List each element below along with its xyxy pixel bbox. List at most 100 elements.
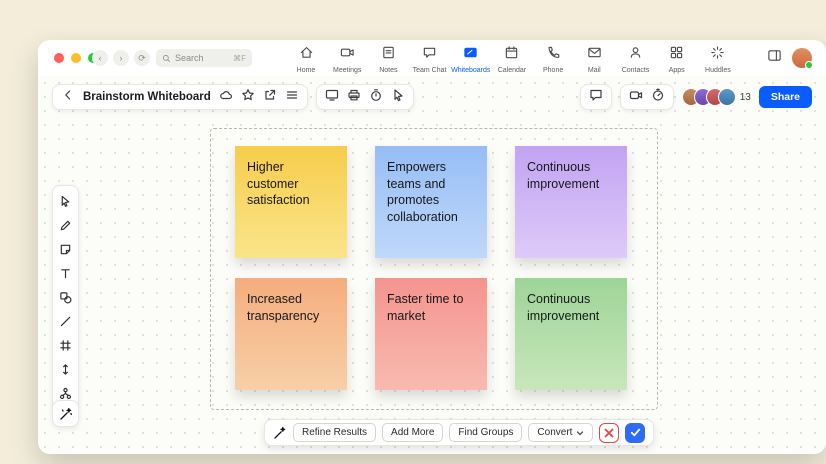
reject-button[interactable]	[599, 423, 619, 443]
apps-icon	[669, 45, 684, 65]
select-tool-icon[interactable]	[55, 191, 76, 212]
nav-label: Contacts	[622, 67, 650, 74]
participant-avatar	[718, 88, 736, 106]
export-icon[interactable]	[263, 88, 277, 107]
nav-label: Apps	[669, 67, 685, 74]
line-tool-icon[interactable]	[55, 311, 76, 332]
print-icon[interactable]	[347, 88, 361, 107]
layout-icon[interactable]	[767, 48, 782, 68]
whiteboard-toolbar: Brainstorm Whiteboard	[52, 84, 414, 110]
nav-item-phone[interactable]: Phone	[533, 43, 573, 75]
mail-icon	[587, 45, 602, 65]
nav-item-mail[interactable]: Mail	[574, 43, 614, 75]
sticky-note-blue[interactable]: Empowers teams and promotes collaboratio…	[375, 146, 487, 258]
huddles-icon	[710, 45, 725, 65]
whiteboard-icon	[463, 45, 478, 65]
laser-pointer-icon[interactable]	[391, 88, 405, 107]
close-icon	[604, 428, 614, 438]
main-nav: Home Meetings Notes Team Chat Whiteboard…	[286, 43, 738, 75]
titlebar-right	[767, 48, 812, 68]
pen-tool-icon[interactable]	[55, 215, 76, 236]
nav-label: Notes	[379, 67, 397, 74]
collab-controls: 13 Share	[580, 84, 812, 110]
convert-dropdown[interactable]: Convert	[528, 423, 593, 442]
wand-icon	[273, 426, 287, 440]
sticky-note-red[interactable]: Faster time to market	[375, 278, 487, 390]
nav-item-meetings[interactable]: Meetings	[327, 43, 367, 75]
back-button[interactable]: ‹	[92, 50, 108, 66]
nav-item-home[interactable]: Home	[286, 43, 326, 75]
search-icon	[162, 54, 171, 63]
ai-action-bar: Refine Results Add More Find Groups Conv…	[264, 419, 654, 446]
nav-item-contacts[interactable]: Contacts	[616, 43, 656, 75]
refine-results-button[interactable]: Refine Results	[293, 423, 376, 442]
convert-label: Convert	[537, 427, 572, 438]
present-screen-icon[interactable]	[325, 88, 339, 107]
app-window: ‹ › ⟳ Search ⌘F Home Meetings Notes	[38, 40, 826, 454]
nav-label: Whiteboards	[451, 67, 490, 74]
home-icon	[299, 45, 314, 65]
nav-label: Calendar	[498, 67, 526, 74]
note-text: Higher customer satisfaction	[235, 146, 347, 222]
star-icon[interactable]	[241, 88, 255, 107]
titlebar: ‹ › ⟳ Search ⌘F Home Meetings Notes	[38, 40, 826, 76]
timer-icon[interactable]	[369, 88, 383, 107]
minimize-window-button[interactable]	[71, 53, 81, 63]
nav-item-calendar[interactable]: Calendar	[492, 43, 532, 75]
whiteboard-canvas[interactable]: Brainstorm Whiteboard	[38, 76, 826, 454]
menu-icon[interactable]	[285, 88, 299, 107]
calendar-icon	[504, 45, 519, 65]
shapes-tool-icon[interactable]	[55, 287, 76, 308]
cloud-sync-icon	[219, 88, 233, 107]
share-button[interactable]: Share	[759, 86, 812, 108]
sticky-note-orange[interactable]: Increased transparency	[235, 278, 347, 390]
present-tools-pill	[316, 84, 414, 110]
tool-rail	[52, 185, 79, 410]
comment-pill[interactable]	[580, 84, 612, 110]
text-tool-icon[interactable]	[55, 263, 76, 284]
back-icon[interactable]	[61, 88, 75, 107]
nav-label: Meetings	[333, 67, 361, 74]
note-text: Continuous improvement	[515, 278, 627, 337]
video-icon[interactable]	[629, 88, 643, 107]
sticky-note-tool-icon[interactable]	[55, 239, 76, 260]
board-title: Brainstorm Whiteboard	[83, 91, 211, 103]
add-more-button[interactable]: Add More	[382, 423, 443, 442]
note-text: Empowers teams and promotes collaboratio…	[375, 146, 487, 238]
forward-button[interactable]: ›	[113, 50, 129, 66]
accept-button[interactable]	[625, 423, 645, 443]
note-text: Continuous improvement	[515, 146, 627, 205]
find-groups-button[interactable]: Find Groups	[449, 423, 522, 442]
wand-icon	[59, 407, 73, 421]
sticky-note-green[interactable]: Continuous improvement	[515, 278, 627, 390]
search-placeholder: Search	[175, 53, 204, 63]
user-avatar[interactable]	[792, 48, 812, 68]
comment-icon	[589, 88, 603, 107]
stopwatch-icon[interactable]	[651, 88, 665, 107]
ai-wand-button[interactable]	[52, 400, 79, 427]
history-controls: ‹ › ⟳	[92, 50, 150, 66]
close-window-button[interactable]	[54, 53, 64, 63]
frame-tool-icon[interactable]	[55, 335, 76, 356]
nav-item-apps[interactable]: Apps	[657, 43, 697, 75]
chat-icon	[422, 45, 437, 65]
nav-label: Team Chat	[413, 67, 447, 74]
nav-item-team-chat[interactable]: Team Chat	[410, 43, 450, 75]
title-pill: Brainstorm Whiteboard	[52, 84, 308, 110]
nav-label: Huddles	[705, 67, 731, 74]
nav-item-huddles[interactable]: Huddles	[698, 43, 738, 75]
nav-item-notes[interactable]: Notes	[368, 43, 408, 75]
participant-count: 13	[740, 92, 751, 103]
sticky-note-purple[interactable]: Continuous improvement	[515, 146, 627, 258]
search-input[interactable]: Search ⌘F	[156, 49, 252, 67]
nav-label: Mail	[588, 67, 601, 74]
meeting-tools-pill	[620, 84, 674, 110]
history-icon[interactable]: ⟳	[134, 50, 150, 66]
check-icon	[630, 427, 641, 438]
sticky-note-yellow[interactable]: Higher customer satisfaction	[235, 146, 347, 258]
participant-avatars[interactable]: 13	[682, 88, 751, 106]
nav-item-whiteboards[interactable]: Whiteboards	[451, 43, 491, 75]
connector-tool-icon[interactable]	[55, 359, 76, 380]
phone-icon	[546, 45, 561, 65]
search-shortcut: ⌘F	[233, 54, 246, 63]
